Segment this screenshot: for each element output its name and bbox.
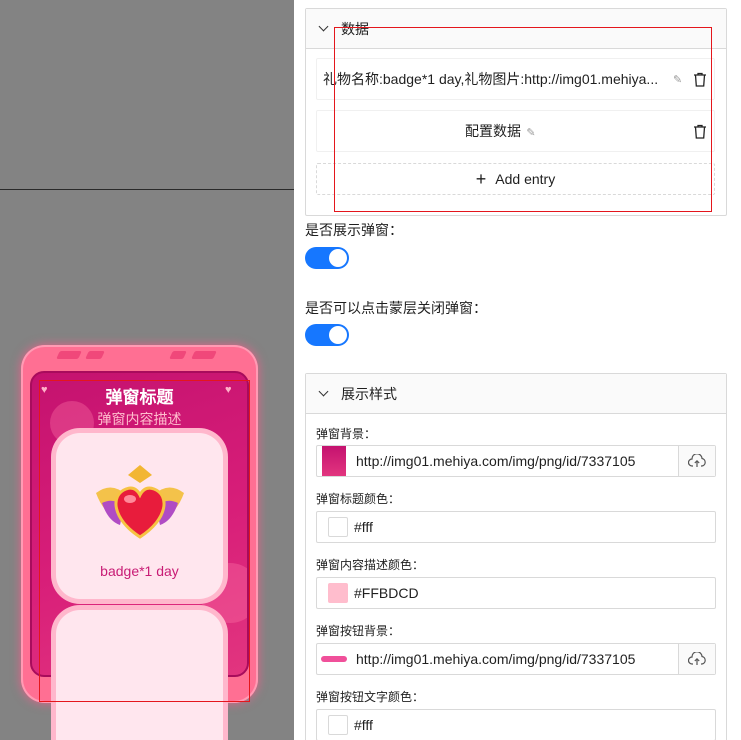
- field-label: 是否展示弹窗：: [305, 222, 403, 238]
- cloud-upload-icon: [688, 652, 706, 665]
- chevron-down-icon: [318, 21, 329, 32]
- edit-icon[interactable]: ✎: [673, 73, 685, 86]
- entry-text: 礼物名称:badge*1 day,礼物图片:http://img01.mehiy…: [323, 71, 659, 87]
- input-value[interactable]: #FFBDCD: [354, 585, 715, 601]
- input-value[interactable]: http://img01.mehiya.com/img/png/id/73371…: [356, 651, 678, 667]
- field-label: 是否可以点击蒙层关闭弹窗：: [305, 300, 487, 316]
- entry-text: 配置数据: [465, 123, 521, 139]
- cloud-upload-icon: [688, 454, 706, 467]
- chevron-down-icon: [318, 386, 329, 397]
- style-section-header[interactable]: 展示样式: [306, 374, 726, 414]
- input-value[interactable]: #fff: [354, 717, 715, 733]
- data-section-header[interactable]: 数据: [306, 9, 726, 49]
- popup-title: 弹窗标题: [105, 388, 174, 407]
- add-entry-label: Add entry: [495, 171, 556, 187]
- trash-icon[interactable]: [693, 124, 707, 139]
- list-item[interactable]: 礼物名称:badge*1 day,礼物图片:http://img01.mehiy…: [316, 58, 715, 100]
- section-title: 数据: [341, 20, 369, 37]
- toggle-knob: [329, 249, 347, 267]
- button-thumbnail: [318, 644, 350, 674]
- add-entry-button[interactable]: + Add entry: [316, 163, 715, 195]
- frame-tab: [191, 351, 217, 359]
- trash-icon[interactable]: [693, 72, 707, 87]
- thumbnail-image: [322, 446, 346, 476]
- button-background-field[interactable]: http://img01.mehiya.com/img/png/id/73371…: [316, 643, 716, 675]
- field-label: 弹窗按钮文字颜色：: [316, 690, 425, 704]
- color-swatch[interactable]: [328, 715, 348, 735]
- edit-icon[interactable]: ✎: [525, 126, 537, 139]
- toggle-knob: [329, 326, 347, 344]
- description-color-field[interactable]: #FFBDCD: [316, 577, 716, 609]
- upload-button[interactable]: [678, 644, 715, 674]
- upload-button[interactable]: [678, 446, 715, 476]
- background-thumbnail: [318, 446, 350, 476]
- popup-background-field[interactable]: http://img01.mehiya.com/img/png/id/73371…: [316, 445, 716, 477]
- input-value[interactable]: http://img01.mehiya.com/img/png/id/73371…: [356, 453, 678, 469]
- popup-description: 弹窗内容描述: [97, 411, 182, 427]
- field-label: 弹窗内容描述颜色：: [316, 558, 425, 572]
- frame-tab: [56, 351, 82, 359]
- canvas-divider: [0, 189, 294, 190]
- field-label: 弹窗标题颜色：: [316, 492, 401, 506]
- input-value[interactable]: #fff: [354, 519, 715, 535]
- plus-icon: +: [475, 169, 487, 189]
- heart-badge-icon: [96, 465, 184, 539]
- section-title: 展示样式: [341, 385, 397, 402]
- frame-tab: [169, 351, 187, 359]
- gift-name: badge*1 day: [100, 563, 179, 579]
- gift-card: [56, 610, 223, 740]
- show-popup-toggle[interactable]: [305, 247, 349, 269]
- color-swatch[interactable]: [328, 583, 348, 603]
- field-label: 弹窗按钮背景：: [316, 624, 401, 638]
- field-label: 弹窗背景：: [316, 427, 377, 441]
- color-swatch[interactable]: [328, 517, 348, 537]
- title-color-field[interactable]: #fff: [316, 511, 716, 543]
- list-item[interactable]: 配置数据 ✎: [316, 110, 715, 152]
- mask-close-toggle[interactable]: [305, 324, 349, 346]
- frame-tab: [85, 351, 105, 359]
- button-text-color-field[interactable]: #fff: [316, 709, 716, 740]
- thumbnail-image: [321, 656, 347, 662]
